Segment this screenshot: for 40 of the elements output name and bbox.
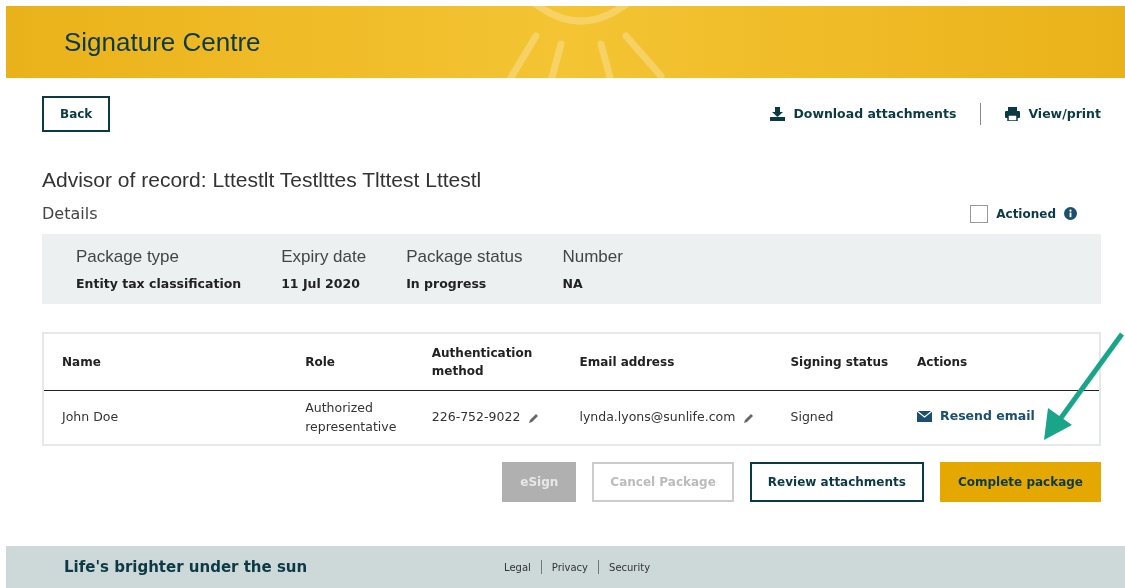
toolbar-link[interactable]: View/print xyxy=(1028,104,1101,124)
footer-link[interactable]: Legal xyxy=(504,559,531,575)
detail-value: Entity tax classification xyxy=(76,275,242,293)
actioned-label: Actioned xyxy=(996,205,1056,223)
detail-label: Package type xyxy=(76,245,180,268)
edit-icon[interactable] xyxy=(528,411,541,424)
table-cell: Signed xyxy=(782,390,910,445)
footer-link[interactable]: Security xyxy=(609,559,651,575)
printer-icon xyxy=(1005,107,1021,121)
column-header: Actions xyxy=(909,333,1099,391)
column-header: Name xyxy=(44,333,298,391)
action-button[interactable]: Review attachments xyxy=(749,462,924,503)
table-cell: Authorized representative xyxy=(297,390,424,445)
page-title: Signature Centre xyxy=(64,25,261,59)
download-icon xyxy=(770,107,786,121)
envelope-icon xyxy=(917,411,933,423)
back-button[interactable]: Back xyxy=(42,96,111,132)
toolbar-link[interactable]: Download attachments xyxy=(793,104,957,124)
action-button[interactable]: Complete package xyxy=(939,462,1101,503)
column-header: Role xyxy=(297,333,424,391)
table-cell: 226-752-9022 xyxy=(431,409,521,425)
detail-label: Number xyxy=(562,245,623,268)
table-cell: John Doe xyxy=(44,390,298,445)
detail-value: In progress xyxy=(406,275,488,293)
table-cell: lynda.lyons@sunlife.com xyxy=(579,409,736,425)
detail-label: Expiry date xyxy=(281,245,367,268)
details-heading: Details xyxy=(42,202,98,225)
footer-link[interactable]: Privacy xyxy=(551,559,589,575)
column-header: Email address xyxy=(571,333,783,391)
advisor-heading: Advisor of record: Lttestlt Testlttes Tlttest Lttestl xyxy=(42,167,483,193)
footer-tagline: Life's brighter under the sun xyxy=(64,557,309,578)
edit-icon[interactable] xyxy=(743,411,756,424)
detail-value: NA xyxy=(562,275,584,293)
resend-link[interactable]: Resend email xyxy=(940,407,1035,426)
column-header: Signing status xyxy=(782,333,910,391)
detail-label: Package status xyxy=(406,245,523,268)
info-icon[interactable] xyxy=(1064,207,1077,220)
column-header: Authentication method xyxy=(423,333,572,391)
detail-value: 11 Jul 2020 xyxy=(281,275,361,293)
actioned-checkbox[interactable] xyxy=(970,204,989,223)
